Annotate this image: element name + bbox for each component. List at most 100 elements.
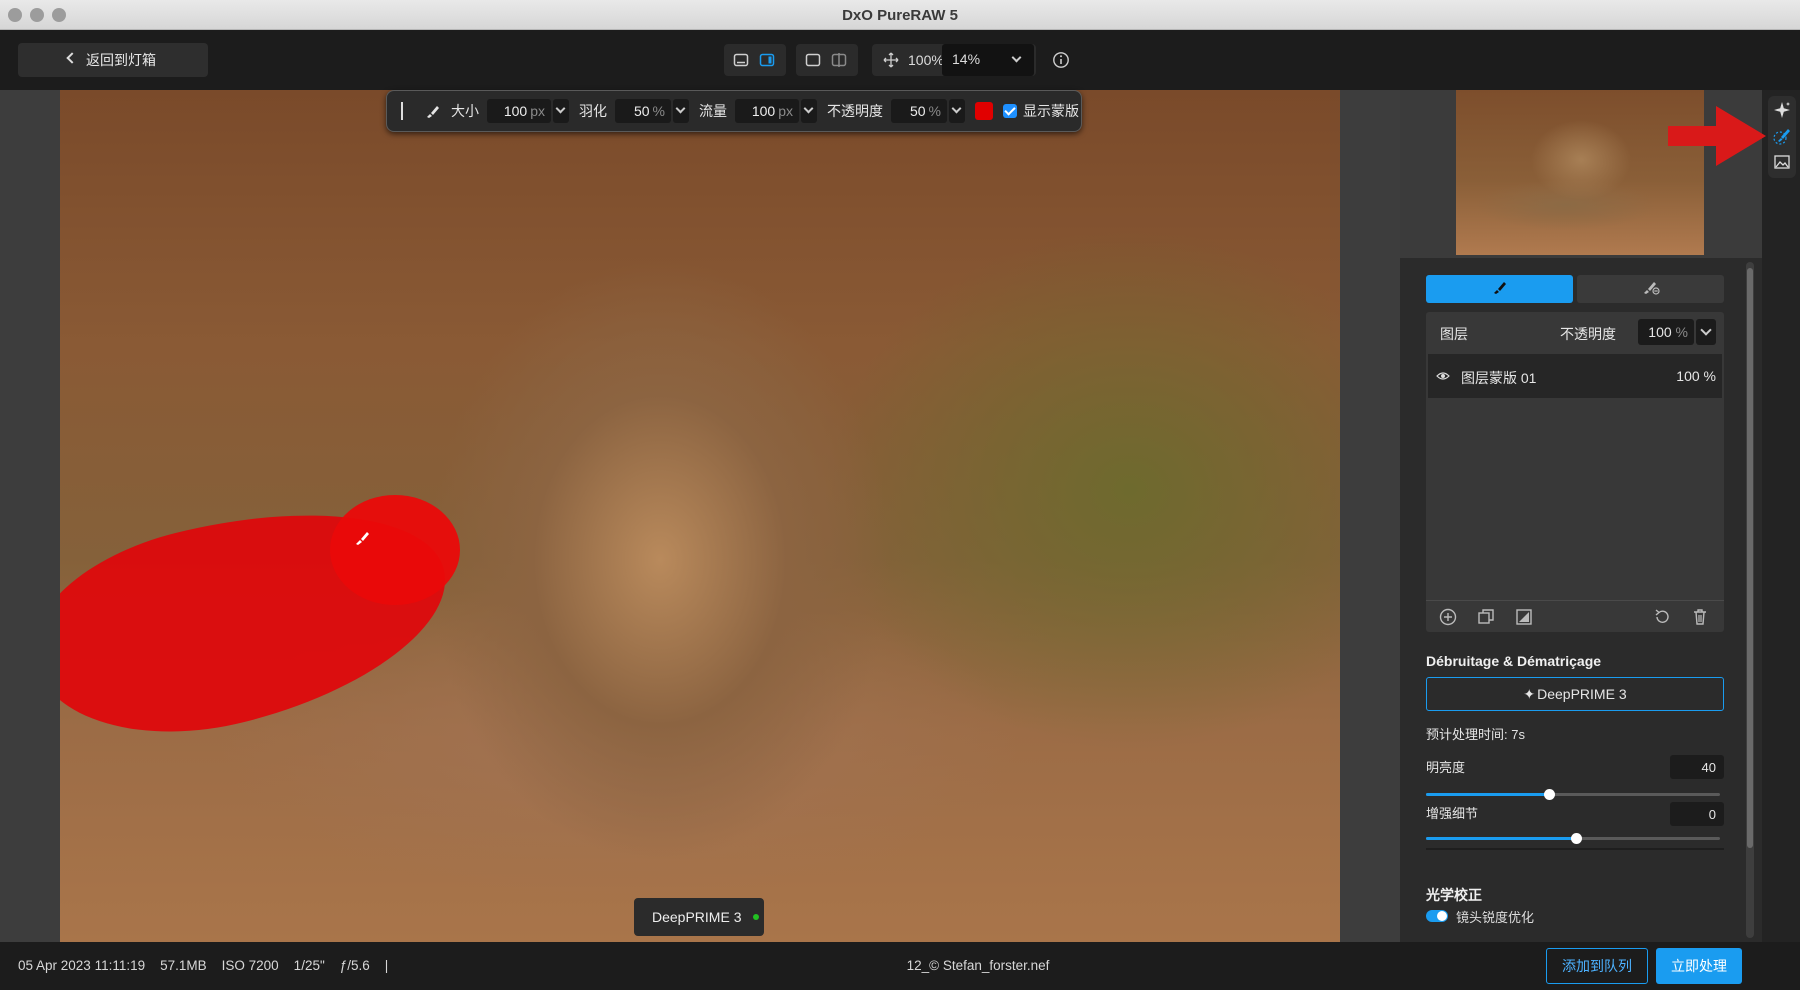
info-icon[interactable]	[1052, 51, 1070, 69]
layers-header: 图层 不透明度 100 %	[1426, 312, 1724, 352]
lens-sharpness-label: 镜头锐度优化	[1456, 910, 1535, 925]
brush-toolbar: 大小 100 px 羽化 50% 流量 100 px 不透明度 50% 显示蒙版	[386, 90, 1082, 132]
luminance-label: 明亮度	[1426, 760, 1466, 775]
luminance-slider-fill	[1426, 793, 1550, 796]
tab-brush-paint[interactable]	[1426, 275, 1573, 303]
brush-size-dropdown[interactable]	[553, 99, 569, 123]
filmstrip-bottom-icon[interactable]	[728, 47, 754, 73]
zoom-100-button[interactable]: 100%	[908, 52, 944, 68]
feather-value: 50	[633, 103, 650, 119]
feather-unit: %	[652, 103, 665, 119]
brush-opacity-label: 不透明度	[827, 103, 883, 119]
back-to-lightbox-button[interactable]: 返回到灯箱	[18, 43, 208, 77]
section-divider	[1426, 848, 1724, 850]
flow-label: 流量	[699, 103, 727, 119]
brush-tool-icon[interactable]	[425, 103, 441, 119]
feather-label: 羽化	[579, 103, 607, 119]
eraser-brush-icon	[1642, 279, 1660, 300]
side-panel-icon[interactable]	[754, 47, 780, 73]
add-to-queue-button[interactable]: 添加到队列	[1546, 948, 1648, 984]
layer-opacity: 100 %	[1676, 368, 1716, 384]
layer-opacity-field[interactable]: 100 %	[1638, 319, 1694, 345]
detail-slider[interactable]	[1426, 833, 1720, 844]
mask-mode-tabs	[1426, 275, 1724, 303]
annotation-arrow	[1668, 106, 1766, 166]
local-adjust-brush-icon[interactable]	[1772, 126, 1792, 146]
image-adjust-icon[interactable]	[1772, 152, 1792, 172]
zoom-level-select[interactable]: 14%	[942, 44, 1034, 76]
sparkle-icon[interactable]	[1772, 100, 1792, 120]
brush-size-field[interactable]: 100 px	[487, 99, 551, 123]
grip-handle[interactable]	[401, 102, 403, 120]
layer-opacity-dropdown[interactable]	[1696, 319, 1716, 345]
back-to-lightbox-label: 返回到灯箱	[86, 52, 156, 68]
brush-cursor-icon	[352, 528, 372, 548]
duplicate-layer-icon[interactable]	[1476, 607, 1496, 627]
view-mode-group	[796, 44, 858, 76]
detail-value-field[interactable]: 0	[1670, 802, 1724, 826]
leopard-photo[interactable]	[60, 90, 1340, 942]
tool-column	[1762, 90, 1800, 942]
detail-slider-knob[interactable]	[1570, 833, 1582, 844]
window-title: DxO PureRAW 5	[842, 7, 958, 24]
luminance-slider-knob[interactable]	[1544, 789, 1556, 800]
sparkle-icon: ✦	[1523, 685, 1536, 702]
title-bar: DxO PureRAW 5	[0, 0, 1800, 30]
layer-row[interactable]: 图层蒙版 01 100 %	[1428, 354, 1722, 398]
deepprime-preset-button[interactable]: ✦ DeepPRIME 3	[1426, 677, 1724, 711]
layers-title: 图层	[1440, 326, 1468, 342]
mask-brush-tip	[330, 495, 460, 605]
layers-panel: 图层 不透明度 100 % 图层蒙版 01 100 %	[1426, 312, 1724, 632]
flow-dropdown[interactable]	[801, 99, 817, 123]
status-bar: 05 Apr 2023 11:11:19 57.1MB ISO 7200 1/2…	[0, 942, 1800, 990]
image-canvas[interactable]	[0, 90, 1400, 942]
lens-sharpness-toggle[interactable]	[1426, 910, 1448, 922]
brush-opacity-dropdown[interactable]	[949, 99, 965, 123]
layer-opacity-label: 不透明度	[1560, 326, 1616, 342]
feather-dropdown[interactable]	[673, 99, 689, 123]
process-now-button[interactable]: 立即处理	[1656, 948, 1742, 984]
brush-size-value: 100	[503, 103, 528, 119]
single-view-icon[interactable]	[800, 47, 826, 73]
compare-view-icon[interactable]	[826, 47, 852, 73]
tab-brush-erase[interactable]	[1577, 275, 1724, 303]
flow-value: 100	[751, 103, 776, 119]
brush-opacity-unit: %	[928, 103, 941, 119]
denoise-section-title: Débruitage & Dématriçage	[1426, 653, 1602, 669]
status-dot	[753, 914, 760, 920]
tool-pill	[1768, 96, 1796, 178]
top-toolbar: 返回到灯箱 100% 14%	[0, 30, 1800, 90]
detail-label: 增强细节	[1426, 806, 1479, 821]
flow-unit: px	[778, 103, 793, 119]
brush-size-label: 大小	[451, 103, 479, 119]
panel-scrollbar[interactable]	[1746, 262, 1754, 938]
feather-field[interactable]: 50%	[615, 99, 671, 123]
invert-mask-icon[interactable]	[1514, 607, 1534, 627]
preset-badge-label: DeepPRIME 3	[652, 909, 742, 925]
layer-opacity-unit: %	[1675, 324, 1688, 340]
luminance-value-field[interactable]: 40	[1670, 755, 1724, 779]
layers-actions-bar	[1426, 600, 1724, 632]
reset-icon[interactable]	[1652, 607, 1672, 627]
brush-icon	[1492, 279, 1508, 300]
layout-toggle-group	[724, 44, 786, 76]
eye-visibility-icon[interactable]	[1436, 369, 1450, 383]
luminance-slider[interactable]	[1426, 789, 1720, 800]
mask-color-swatch[interactable]	[975, 102, 993, 120]
show-mask-label: 显示蒙版	[1023, 103, 1079, 119]
flow-field[interactable]: 100 px	[735, 99, 799, 123]
add-layer-icon[interactable]	[1438, 607, 1458, 627]
pan-move-icon[interactable]	[878, 47, 904, 73]
app-window: DxO PureRAW 5 返回到灯箱 100% 14% 大小 100 px 羽…	[0, 0, 1800, 990]
trash-icon[interactable]	[1690, 607, 1710, 627]
navigator-thumbnail[interactable]	[1456, 90, 1704, 255]
layer-opacity-value: 100	[1648, 324, 1672, 340]
preset-badge: DeepPRIME 3	[634, 898, 764, 936]
brush-opacity-field[interactable]: 50%	[891, 99, 947, 123]
detail-slider-fill	[1426, 837, 1576, 840]
scrollbar-thumb[interactable]	[1747, 268, 1753, 848]
brush-size-unit: px	[530, 103, 545, 119]
chevron-down-icon	[1011, 52, 1022, 63]
optics-section-title: 光学校正	[1426, 887, 1482, 903]
show-mask-checkbox[interactable]	[1003, 104, 1017, 118]
